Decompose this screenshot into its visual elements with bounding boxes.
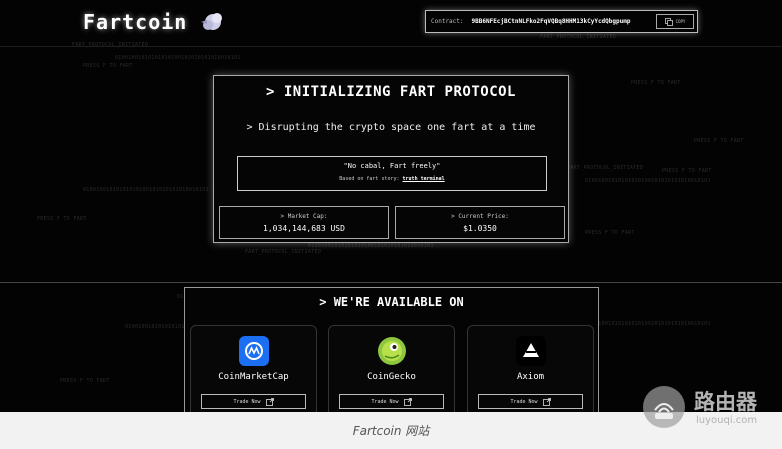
router-logo-icon (643, 386, 685, 428)
external-link-icon (265, 397, 274, 406)
copy-button[interactable]: COPY (656, 14, 694, 29)
axiom-icon (515, 336, 546, 366)
trade-label: Trade Now (371, 398, 399, 405)
fart-cloud-icon (201, 13, 222, 30)
page-title: > INITIALIZING FART PROTOCOL (265, 84, 516, 100)
watermark-title: 路由器 (694, 390, 757, 414)
trade-now-button[interactable]: Trade Now (339, 394, 444, 409)
platform-name: CoinMarketCap (218, 372, 289, 382)
tagline: > Disrupting the crypto space one fart a… (246, 122, 536, 133)
protocol-panel: > INITIALIZING FART PROTOCOL > Disruptin… (213, 75, 569, 243)
market-cap-label: > Market Cap: (280, 213, 328, 220)
copy-label: COPY (675, 19, 686, 24)
trade-label: Trade Now (510, 398, 538, 405)
available-title: > WE'RE AVAILABLE ON (319, 295, 464, 309)
site-header: Fartcoin Contract: 9BB6NFEcjBCtnNLFko2Fq… (0, 0, 782, 47)
trade-label: Trade Now (233, 398, 261, 405)
price-label: > Current Price: (451, 213, 509, 220)
watermark: 路由器 luyouqi.com (640, 384, 782, 434)
coinmarketcap-icon (238, 336, 269, 366)
market-cap-box: > Market Cap: 1,034,144,683 USD (219, 206, 389, 239)
trade-now-button[interactable]: Trade Now (478, 394, 583, 409)
external-link-icon (542, 397, 551, 406)
copy-icon (664, 17, 673, 26)
site-logo[interactable]: Fartcoin (83, 10, 187, 34)
background-text: PRESS F TO FART (60, 378, 110, 384)
contract-label: Contract: (431, 18, 464, 25)
available-section: > WE'RE AVAILABLE ON CoinMarketCap Trade… (184, 287, 599, 412)
price-box: > Current Price: $1.0350 (395, 206, 565, 239)
external-link-icon (403, 397, 412, 406)
quote-text: "No cabal, Fart freely" (343, 162, 441, 170)
trade-now-button[interactable]: Trade Now (201, 394, 306, 409)
app-screenshot: FART_PROTOCOL_INITIATED PRESS F TO FART … (0, 0, 782, 412)
platform-name: Axiom (516, 372, 545, 382)
coingecko-icon (377, 336, 407, 366)
platform-card-axiom[interactable]: Axiom Trade Now (467, 325, 594, 412)
quote-box: "No cabal, Fart freely" Based on fart st… (237, 156, 547, 191)
truth-terminal-link[interactable]: truth terminal (403, 176, 445, 182)
story-prefix: Based on fart story: (339, 176, 400, 182)
watermark-url: luyouqi.com (696, 415, 758, 426)
price-value: $1.0350 (463, 224, 497, 233)
contract-box: Contract: 9BB6NFEcjBCtnNLFko2FqVQBq8HHM1… (425, 10, 698, 33)
background-text: 01001001010101010100101010101010010101 (585, 321, 711, 327)
platform-card-coinmarketcap[interactable]: CoinMarketCap Trade Now (190, 325, 317, 412)
platform-name: CoinGecko (367, 372, 416, 382)
market-cap-value: 1,034,144,683 USD (263, 224, 345, 233)
platform-card-coingecko[interactable]: CoinGecko Trade Now (328, 325, 455, 412)
story-line: Based on fart story: truth terminal (238, 176, 546, 182)
contract-address[interactable]: 9BB6NFEcjBCtnNLFko2FqVQBq8HHM13kCyYcdQbg… (472, 18, 631, 25)
